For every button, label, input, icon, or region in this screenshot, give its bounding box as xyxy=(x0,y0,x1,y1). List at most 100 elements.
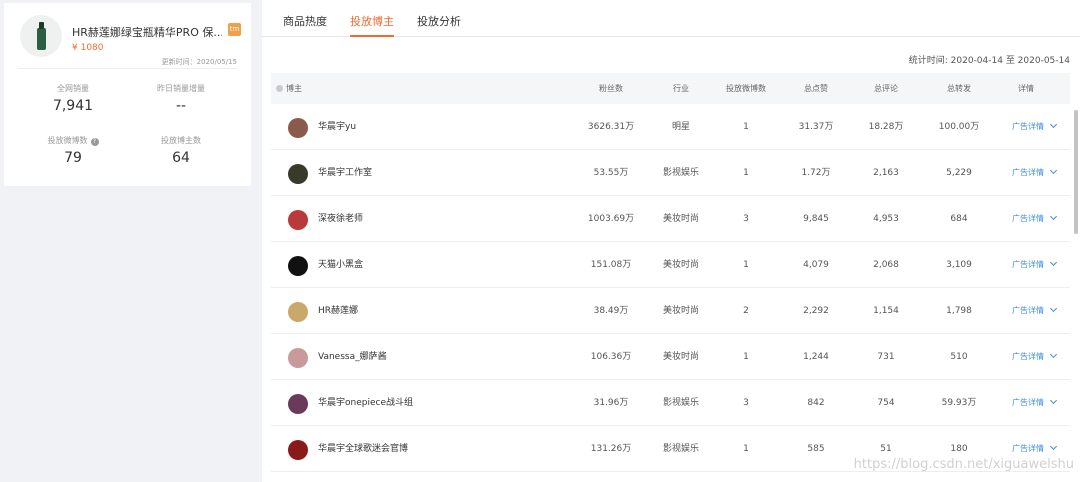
post-count: 1 xyxy=(743,444,749,454)
tab-product-heat[interactable]: 商品热度 xyxy=(283,13,327,37)
col-fans: 粉丝数 xyxy=(599,84,623,93)
product-price: ¥ 1080 xyxy=(72,43,104,53)
ad-detail-label: 广告详情 xyxy=(1012,444,1044,453)
avatar[interactable] xyxy=(288,440,308,460)
ad-detail-link[interactable]: 广告详情 xyxy=(1012,288,1058,334)
post-count: 3 xyxy=(743,398,749,408)
table-row: 深夜徐老师 1003.69万 美妆时尚 3 9,845 4,953 684 广告详情 xyxy=(271,196,1070,242)
product-card: HR赫莲娜绿宝瓶精华PRO 保... tm ¥ 1080 更新时间：2020/0… xyxy=(4,3,251,186)
ad-detail-link[interactable]: 广告详情 xyxy=(1012,380,1058,426)
ad-detail-label: 广告详情 xyxy=(1012,398,1044,407)
reposts-count: 1,798 xyxy=(946,306,972,316)
ad-detail-link[interactable]: 广告详情 xyxy=(1012,150,1058,196)
scrollbar[interactable] xyxy=(1074,110,1078,234)
blogger-name[interactable]: Vanessa_娜萨酱 xyxy=(318,334,387,380)
comments-count: 1,154 xyxy=(873,306,899,316)
stat-value: 7,941 xyxy=(52,98,94,114)
fans-count: 151.08万 xyxy=(590,260,632,270)
table-header: 博主 粉丝数 行业 投放微博数 总点赞 总评论 总转发 详情 xyxy=(271,73,1070,104)
avatar[interactable] xyxy=(288,394,308,414)
blogger-name[interactable]: 华晨宇全球歌迷会官博 xyxy=(318,426,408,472)
avatar[interactable] xyxy=(288,164,308,184)
ad-detail-link[interactable]: 广告详情 xyxy=(1012,104,1058,150)
post-count: 2 xyxy=(743,306,749,316)
likes-count: 842 xyxy=(807,398,825,408)
fans-count: 106.36万 xyxy=(590,352,632,362)
table-body: 华晨宇yu 3626.31万 明星 1 31.37万 18.28万 100.00万 广告详情华… xyxy=(271,104,1070,472)
chevron-down-icon xyxy=(1049,120,1058,129)
ad-detail-link[interactable]: 广告详情 xyxy=(1012,196,1058,242)
blogger-name[interactable]: 华晨宇工作室 xyxy=(318,150,372,196)
blogger-table: 博主 粉丝数 行业 投放微博数 总点赞 总评论 总转发 详情 华晨宇yu 3626… xyxy=(271,73,1070,472)
blogger-name[interactable]: 华晨宇yu xyxy=(318,104,356,150)
stat-label: 投放微博数 xyxy=(47,136,88,145)
table-row: 华晨宇onepiece战斗组 31.96万 影视娱乐 3 842 754 59.93万 广告详… xyxy=(271,380,1070,426)
chevron-down-icon xyxy=(1049,212,1058,221)
chevron-down-icon xyxy=(1049,258,1058,267)
reposts-count: 3,109 xyxy=(946,260,972,270)
post-count: 1 xyxy=(743,352,749,362)
likes-count: 2,292 xyxy=(803,306,829,316)
stat-weibo-count: 投放微博数? 79 xyxy=(18,135,128,166)
stat-value: -- xyxy=(175,98,187,114)
comments-count: 4,953 xyxy=(873,214,899,224)
fans-count: 3626.31万 xyxy=(587,122,635,132)
fans-count: 38.49万 xyxy=(593,306,629,316)
ad-detail-label: 广告详情 xyxy=(1012,168,1044,177)
product-title[interactable]: HR赫莲娜绿宝瓶精华PRO 保... xyxy=(72,24,222,40)
watermark: https://blog.csdn.net/xiguawelshu xyxy=(853,457,1074,472)
avatar[interactable] xyxy=(288,348,308,368)
ad-detail-label: 广告详情 xyxy=(1012,260,1044,269)
avatar[interactable] xyxy=(288,256,308,276)
reposts-count: 59.93万 xyxy=(941,398,977,408)
comments-count: 731 xyxy=(877,352,895,362)
table-row: Vanessa_娜萨酱 106.36万 美妆时尚 1 1,244 731 510 广告详情 xyxy=(271,334,1070,380)
comments-count: 18.28万 xyxy=(868,122,904,132)
header-dot-icon xyxy=(276,85,283,92)
avatar[interactable] xyxy=(288,210,308,230)
stat-total-sales: 全网销量 7,941 xyxy=(18,83,128,114)
ad-detail-label: 广告详情 xyxy=(1012,352,1044,361)
post-count: 1 xyxy=(743,168,749,178)
tab-analysis[interactable]: 投放分析 xyxy=(417,13,461,37)
stat-label: 全网销量 xyxy=(57,84,89,93)
fans-count: 53.55万 xyxy=(593,168,629,178)
col-blogger: 博主 xyxy=(286,84,302,93)
ad-detail-label: 广告详情 xyxy=(1012,214,1044,223)
ad-detail-label: 广告详情 xyxy=(1012,306,1044,315)
bottle-icon xyxy=(37,22,46,50)
likes-count: 31.37万 xyxy=(798,122,834,132)
post-count: 3 xyxy=(743,214,749,224)
help-icon[interactable]: ? xyxy=(90,138,99,146)
chevron-down-icon xyxy=(1049,166,1058,175)
avatar[interactable] xyxy=(288,302,308,322)
tab-bloggers[interactable]: 投放博主 xyxy=(350,13,394,37)
product-image[interactable] xyxy=(20,15,62,57)
blogger-name[interactable]: 华晨宇onepiece战斗组 xyxy=(318,380,413,426)
reposts-count: 5,229 xyxy=(946,168,972,178)
likes-count: 585 xyxy=(807,444,825,454)
blogger-name[interactable]: HR赫莲娜 xyxy=(318,288,358,334)
likes-count: 1,244 xyxy=(803,352,829,362)
chevron-down-icon xyxy=(1049,350,1058,359)
stat-value: 64 xyxy=(172,150,190,166)
table-row: 华晨宇yu 3626.31万 明星 1 31.37万 18.28万 100.00万 广告详情 xyxy=(271,104,1070,150)
col-posts: 投放微博数 xyxy=(726,84,766,93)
tab-bar: 商品热度 投放博主 投放分析 xyxy=(262,0,1080,37)
stat-label: 昨日销量增量 xyxy=(157,84,205,93)
col-detail: 详情 xyxy=(1018,84,1034,93)
blogger-name[interactable]: 深夜徐老师 xyxy=(318,196,363,242)
main-panel: 商品热度 投放博主 投放分析 统计时间: 2020-04-14 至 2020-0… xyxy=(262,0,1080,482)
stat-blogger-count: 投放博主数 64 xyxy=(126,135,236,166)
ad-detail-link[interactable]: 广告详情 xyxy=(1012,242,1058,288)
blogger-name[interactable]: 天猫小黑盒 xyxy=(318,242,363,288)
avatar[interactable] xyxy=(288,118,308,138)
ad-detail-link[interactable]: 广告详情 xyxy=(1012,334,1058,380)
stat-yesterday-increment: 昨日销量增量 -- xyxy=(126,83,236,114)
stat-time-range: 统计时间: 2020-04-14 至 2020-05-14 xyxy=(908,56,1070,66)
likes-count: 4,079 xyxy=(803,260,829,270)
col-likes: 总点赞 xyxy=(804,84,828,93)
chevron-down-icon xyxy=(1049,396,1058,405)
fans-count: 31.96万 xyxy=(593,398,629,408)
post-count: 1 xyxy=(743,260,749,270)
